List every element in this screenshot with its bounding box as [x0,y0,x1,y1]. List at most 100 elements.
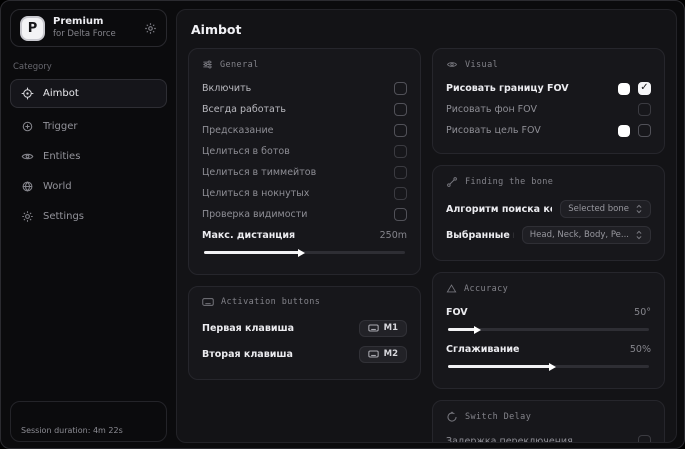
sidebar-item-label: Settings [43,211,84,222]
slider-fill [448,365,551,368]
sidebar-item-trigger[interactable]: Trigger [10,112,167,141]
page-title: Aimbot [191,22,665,37]
brand-title: Premium [53,16,116,29]
keyboard-icon [368,324,379,332]
toggle-row: Включить [202,78,407,99]
toggle-label: Целиться в нокнутых [202,188,309,199]
visual-controls [618,82,651,95]
sidebar-item-world[interactable]: World [10,172,167,201]
max-distance-slider[interactable] [204,251,405,254]
card-header-label: General [220,60,259,70]
checkbox[interactable] [638,124,651,137]
sidebar-item-entities[interactable]: Entities [10,142,167,171]
toggle-label: Целиться в ботов [202,146,290,157]
checkbox[interactable] [394,103,407,116]
card-header-label: Switch Delay [465,412,531,422]
toggle-row: Всегда работать [202,99,407,120]
bone-card: Finding the bone Алгоритм поиска костей … [432,165,665,261]
select-value: Head, Neck, Body, Pe... [530,230,629,240]
card-header-label: Accuracy [464,284,508,294]
sidebar-item-settings[interactable]: Settings [10,202,167,231]
toggle-label: Проверка видимости [202,209,307,220]
sliders-icon [202,59,213,70]
cards-grid: General Включить Всегда работать Предска… [188,48,665,443]
brand-card: P Premium for Delta Force [10,9,167,47]
visual-row: Рисовать фон FOV [446,99,651,120]
visual-controls [638,103,651,116]
checkbox[interactable] [638,82,651,95]
eye-icon [446,59,458,70]
switch-delay-card: Switch Delay Задержка переключения Задер… [432,400,665,443]
slider-thumb[interactable] [298,249,305,257]
globe-icon [21,180,34,193]
accuracy-card-header: Accuracy [446,283,651,294]
gear-icon[interactable] [144,22,157,35]
keybind-label: Вторая клавиша [202,349,293,360]
color-swatch[interactable] [618,125,630,137]
smoothing-slider[interactable] [448,365,649,368]
keybind-row: Вторая клавиша M2 [202,341,407,367]
sidebar-item-label: Trigger [43,121,78,132]
keybind-button-m1[interactable]: M1 [359,320,407,337]
visual-controls [618,124,651,137]
checkbox[interactable] [394,166,407,179]
activation-card: Activation buttons Первая клавиша M1 Вто… [188,286,421,380]
color-swatch[interactable] [618,83,630,95]
session-duration-text: Session duration: 4m 22s [21,426,123,435]
left-column: General Включить Всегда работать Предска… [188,48,421,380]
sidebar-item-label: Aimbot [43,88,79,99]
toggle-row: Целиться в тиммейтов [202,162,407,183]
checkbox[interactable] [394,82,407,95]
card-header-label: Activation buttons [221,297,320,307]
keybind-button-m2[interactable]: M2 [359,346,407,363]
checkbox[interactable] [394,145,407,158]
selected-bones-select[interactable]: Head, Neck, Body, Pe... [522,226,651,244]
checkbox[interactable] [394,124,407,137]
visual-label: Рисовать фон FOV [446,104,537,115]
visual-label: Рисовать границу FOV [446,83,569,94]
activation-card-header: Activation buttons [202,297,407,307]
toggle-label: Предсказание [202,125,273,136]
slider-label: FOV [446,307,468,318]
visual-row: Рисовать границу FOV [446,78,651,99]
slider-row: Макс. дистанция 250m [202,225,407,246]
slider-value: 50° [634,307,651,318]
visual-row: Рисовать цель FOV [446,120,651,141]
visual-card-header: Visual [446,59,651,70]
checkbox[interactable] [638,103,651,116]
bone-card-header: Finding the bone [446,176,651,188]
general-card-header: General [202,59,407,70]
card-header-label: Visual [465,60,498,70]
toggle-label: Целиться в тиммейтов [202,167,316,178]
toggle-row: Предсказание [202,120,407,141]
slider-value: 50% [630,344,651,355]
visual-label: Рисовать цель FOV [446,125,541,136]
checkbox[interactable] [394,208,407,221]
toggle-label: Включить [202,83,251,94]
brand-logo: P [20,16,45,41]
slider-thumb[interactable] [549,363,556,371]
checkbox[interactable] [638,435,651,443]
switch-delay-card-header: Switch Delay [446,411,651,423]
unfold-icon [635,230,643,240]
keyboard-icon [368,350,379,358]
fov-slider[interactable] [448,328,649,331]
bone-algorithm-select[interactable]: Selected bone [560,200,651,218]
main-panel: Aimbot General Включить [176,9,677,443]
triangle-icon [446,283,457,294]
brand-text: Premium for Delta Force [53,16,116,39]
visual-card: Visual Рисовать границу FOV Рисовать фон… [432,48,665,154]
checkbox[interactable] [394,187,407,200]
brand-subtitle: for Delta Force [53,29,116,40]
slider-thumb[interactable] [474,326,481,334]
slider-fill [448,328,476,331]
right-column: Visual Рисовать границу FOV Рисовать фон… [432,48,665,443]
category-label: Category [13,62,164,72]
sidebar-item-aimbot[interactable]: Aimbot [10,79,167,108]
session-duration-card: Session duration: 4m 22s [10,401,167,442]
eye-scan-icon [21,150,34,163]
select-value: Selected bone [568,204,629,214]
sidebar-item-label: World [43,181,72,192]
toggle-row: Целиться в ботов [202,141,407,162]
app-window: P Premium for Delta Force Category Aimbo… [0,0,685,449]
